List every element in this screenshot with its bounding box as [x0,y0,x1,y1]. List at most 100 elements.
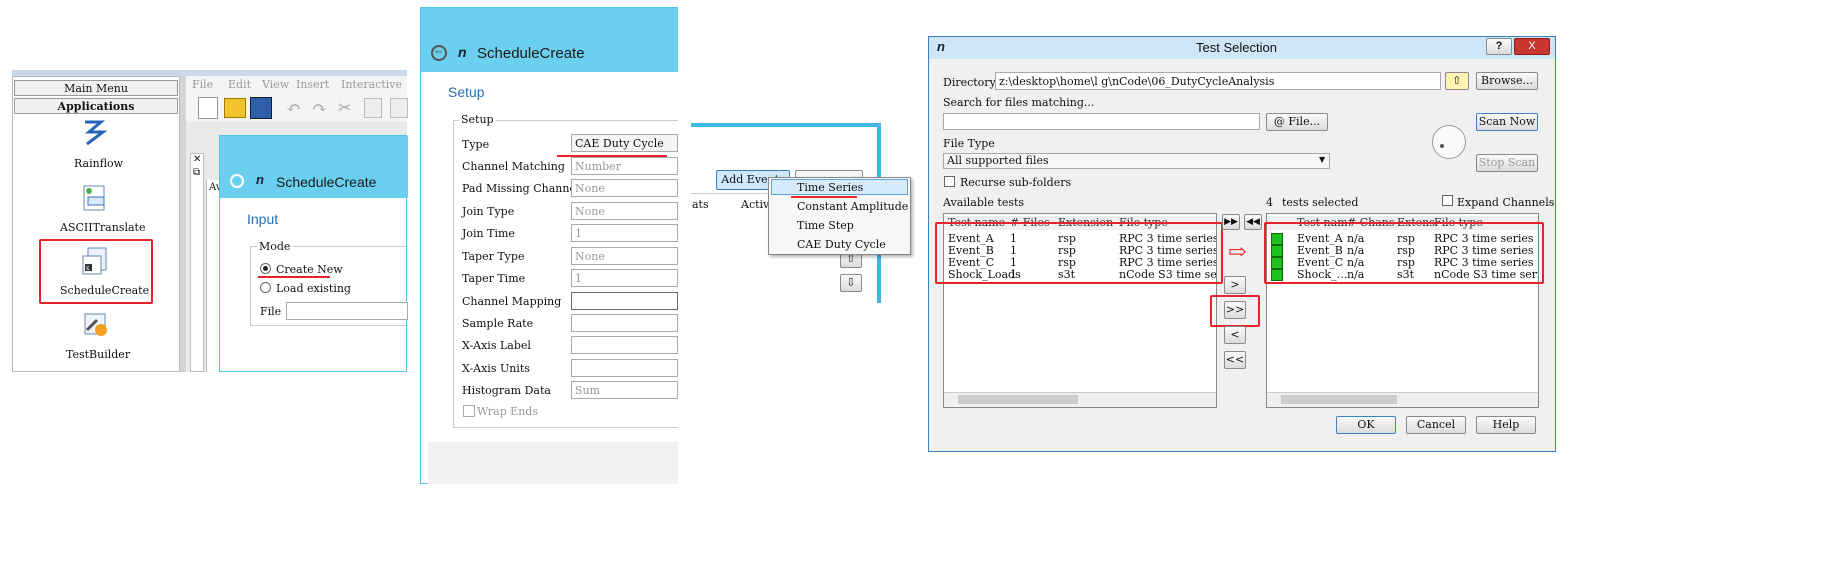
save-icon[interactable] [250,97,272,119]
cancel-button[interactable]: Cancel [1406,416,1466,434]
menu-interactive[interactable]: Interactive [341,78,402,91]
join-time-input[interactable]: 1 [571,224,678,242]
copy-icon[interactable] [364,98,382,118]
menu-view[interactable]: View [262,78,289,91]
app-label-testbuilder[interactable]: TestBuilder [66,348,130,361]
paste-icon[interactable] [390,98,408,118]
menu-item-cae-duty-cycle[interactable]: CAE Duty Cycle [797,238,886,251]
x-axis-units-input[interactable] [571,359,678,377]
column-active: Activ [741,198,770,211]
menu-insert[interactable]: Insert [296,78,329,91]
join-type-select[interactable]: None [571,202,678,220]
down-arrow-icon[interactable]: ⇩ [840,274,862,292]
stop-scan-button[interactable]: Stop Scan [1476,154,1538,172]
taper-time-input[interactable]: 1 [571,269,678,287]
field-label: X-Axis Label [462,339,531,352]
app-label-schedulecreate[interactable]: ScheduleCreate [60,284,149,297]
close-title-button[interactable]: X [1514,38,1550,55]
field-label: Pad Missing Channels [462,182,586,195]
applications-header[interactable]: Applications [14,98,178,114]
menu-item-time-series[interactable]: Time Series [797,181,863,194]
move-all-right-icon[interactable]: ▶▶ [1222,214,1240,230]
ncode-logo-icon: n [458,44,467,60]
menu-file[interactable]: File [192,78,213,91]
ascii-translate-icon[interactable] [80,183,110,213]
chevron-down-icon[interactable]: ▼ [1319,155,1325,164]
sample-rate-input[interactable] [571,314,678,332]
ok-button[interactable]: OK [1336,416,1396,434]
help-button[interactable]: Help [1476,416,1536,434]
recurse-label[interactable]: Recurse sub-folders [960,176,1071,189]
pad-missing-select[interactable]: None [571,179,678,197]
type-select[interactable]: CAE Duty Cycle [571,134,678,152]
mode-group-label: Mode [257,240,293,253]
event-type-dropdown: Time Series Constant Amplitude Time Step… [768,177,911,255]
file-type-label: File Type [943,137,995,150]
horizontal-scrollbar[interactable] [944,392,1216,407]
search-input[interactable] [943,113,1260,130]
scrollbar-thumb[interactable] [958,395,1078,404]
menu-item-time-step[interactable]: Time Step [797,219,854,232]
file-type-select[interactable]: All supported files [943,153,1330,169]
rainflow-icon[interactable] [79,118,109,148]
radio-create-new[interactable] [260,263,271,274]
new-file-icon[interactable] [198,97,218,119]
scan-progress-dial [1432,125,1466,159]
radio-load-existing[interactable] [260,282,271,293]
directory-input[interactable]: z:\desktop\home\l g\nCode\06_DutyCycleAn… [995,72,1441,90]
horizontal-scrollbar[interactable] [1267,392,1538,407]
wrap-ends-label[interactable]: Wrap Ends [477,405,538,418]
back-arrow-icon[interactable]: ← [431,45,447,61]
label-load-existing[interactable]: Load existing [276,282,351,295]
field-label: Join Type [462,205,515,218]
menubar: File Edit View Insert Interactive [186,76,407,92]
wrap-ends-checkbox[interactable] [463,405,475,417]
move-all-left-icon[interactable]: ◀◀ [1244,214,1262,230]
move-all-left-button[interactable]: << [1224,351,1246,369]
app-label-ascii-translate[interactable]: ASCIITranslate [60,221,145,234]
redo-icon[interactable]: ↷ [312,98,327,119]
underline-time-series [791,196,857,198]
undo-icon[interactable]: ↶ [286,98,301,119]
app-label-rainflow[interactable]: Rainflow [74,157,123,170]
taper-type-select[interactable]: None [571,247,678,265]
back-icon[interactable] [230,174,244,188]
label-create-new[interactable]: Create New [276,263,343,276]
setup-heading: Setup [448,84,485,100]
channel-matching-select[interactable]: Number [571,157,678,175]
menu-edit[interactable]: Edit [228,78,251,91]
toolbar: ↶ ↷ ✂ [186,92,408,122]
float-icon[interactable]: ⧉ [193,167,200,178]
field-label: Taper Time [462,272,526,285]
dialog-title: Test Selection [1196,40,1277,55]
file-button[interactable]: @ File... [1266,113,1328,131]
recurse-checkbox[interactable] [944,176,955,187]
highlight-available [935,222,1223,284]
close-icon[interactable]: ✕ [193,154,201,165]
expand-channels-checkbox[interactable] [1442,195,1453,206]
move-right-button[interactable]: > [1224,276,1246,294]
main-menu-header[interactable]: Main Menu [14,80,178,96]
histogram-data-select[interactable]: Sum [571,381,678,399]
available-tests-label: Available tests [943,196,1025,209]
expand-channels-label[interactable]: Expand Channels [1457,196,1554,209]
highlight-selected [1264,222,1544,284]
cut-icon[interactable]: ✂ [338,98,351,117]
open-folder-icon[interactable] [224,98,246,118]
x-axis-label-input[interactable] [571,336,678,354]
field-label: Channel Matching [462,160,565,173]
input-heading: Input [247,211,279,227]
test-builder-icon[interactable] [81,310,111,340]
folder-up-icon[interactable]: ⇧ [1445,72,1469,90]
ncode-logo-icon: n [256,172,264,187]
channel-mapping-input[interactable] [571,292,678,310]
move-left-button[interactable]: < [1224,326,1246,344]
scan-now-button[interactable]: Scan Now [1476,113,1538,131]
schedule-create-icon[interactable]: x [80,246,110,276]
scrollbar-thumb[interactable] [1281,395,1397,404]
file-input[interactable] [286,302,408,320]
browse-button[interactable]: Browse... [1476,72,1538,90]
help-title-button[interactable]: ? [1486,38,1512,55]
field-label: Join Time [462,227,515,240]
menu-item-constant-amplitude[interactable]: Constant Amplitude [797,200,908,213]
